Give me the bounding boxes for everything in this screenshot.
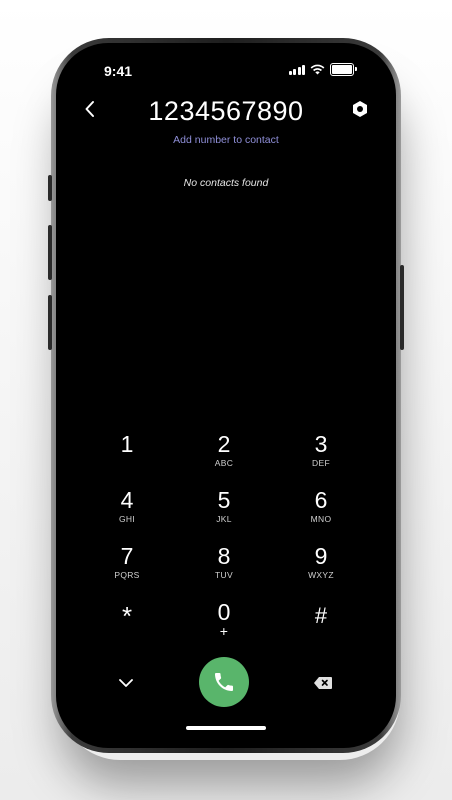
key-9[interactable]: 9 WXYZ bbox=[281, 543, 361, 593]
key-7[interactable]: 7 PQRS bbox=[87, 543, 167, 593]
add-number-to-contact-link[interactable]: Add number to contact bbox=[56, 134, 396, 146]
cellular-signal-icon bbox=[288, 64, 305, 75]
key-digit: 4 bbox=[120, 487, 134, 513]
key-letters: PQRS bbox=[114, 570, 140, 580]
key-letters: MNO bbox=[310, 514, 332, 524]
hexagon-settings-icon bbox=[353, 101, 367, 117]
collapse-keypad-button[interactable] bbox=[114, 671, 138, 695]
key-letters: ABC bbox=[214, 458, 234, 468]
key-digit: * bbox=[121, 601, 133, 631]
settings-button[interactable] bbox=[350, 99, 370, 119]
backspace-button[interactable] bbox=[311, 673, 335, 693]
no-contacts-message: No contacts found bbox=[183, 177, 269, 189]
key-digit: 7 bbox=[120, 543, 134, 569]
status-icons bbox=[288, 63, 357, 76]
dialer-actions bbox=[56, 655, 396, 709]
key-8[interactable]: 8 TUV bbox=[184, 543, 264, 593]
side-button-volume-down bbox=[48, 295, 52, 350]
key-4[interactable]: 4 GHI bbox=[87, 487, 167, 537]
side-button-action bbox=[48, 175, 52, 201]
key-5[interactable]: 5 JKL bbox=[184, 487, 264, 537]
key-letters: TUV bbox=[215, 570, 233, 580]
key-digit: 0 bbox=[217, 599, 231, 625]
key-0[interactable]: 0 + bbox=[184, 599, 264, 649]
key-digit: 5 bbox=[217, 487, 231, 513]
battery-icon bbox=[330, 63, 357, 76]
key-6[interactable]: 6 MNO bbox=[281, 487, 361, 537]
key-digit: 1 bbox=[120, 431, 134, 457]
key-digit: 6 bbox=[314, 487, 328, 513]
call-button[interactable] bbox=[199, 657, 249, 707]
key-digit: # bbox=[314, 603, 328, 628]
key-letters: JKL bbox=[216, 514, 232, 524]
phone-screen: 9:41 1234567890 Add number to contact No… bbox=[56, 43, 396, 748]
key-star[interactable]: * bbox=[87, 599, 167, 649]
phone-icon bbox=[215, 673, 233, 691]
key-digit: 8 bbox=[217, 543, 231, 569]
status-bar: 9:41 bbox=[56, 43, 396, 98]
side-button-volume-up bbox=[48, 225, 52, 280]
chevron-down-icon bbox=[119, 679, 133, 687]
wifi-icon bbox=[310, 64, 325, 75]
key-hash[interactable]: # bbox=[281, 599, 361, 649]
key-digit: 3 bbox=[314, 431, 328, 457]
key-1[interactable]: 1 bbox=[87, 431, 167, 481]
key-digit: 9 bbox=[314, 543, 328, 569]
key-letters: WXYZ bbox=[308, 570, 334, 580]
key-2[interactable]: 2 ABC bbox=[184, 431, 264, 481]
key-letters: GHI bbox=[118, 514, 135, 524]
dialed-number: 1234567890 bbox=[148, 96, 304, 126]
key-3[interactable]: 3 DEF bbox=[281, 431, 361, 481]
key-digit: 2 bbox=[217, 431, 231, 457]
side-button-power bbox=[400, 265, 404, 350]
status-time: 9:41 bbox=[104, 63, 133, 79]
key-letters: + bbox=[219, 623, 229, 639]
home-indicator[interactable] bbox=[186, 726, 266, 730]
key-letters: DEF bbox=[312, 458, 330, 468]
backspace-icon bbox=[314, 677, 332, 689]
